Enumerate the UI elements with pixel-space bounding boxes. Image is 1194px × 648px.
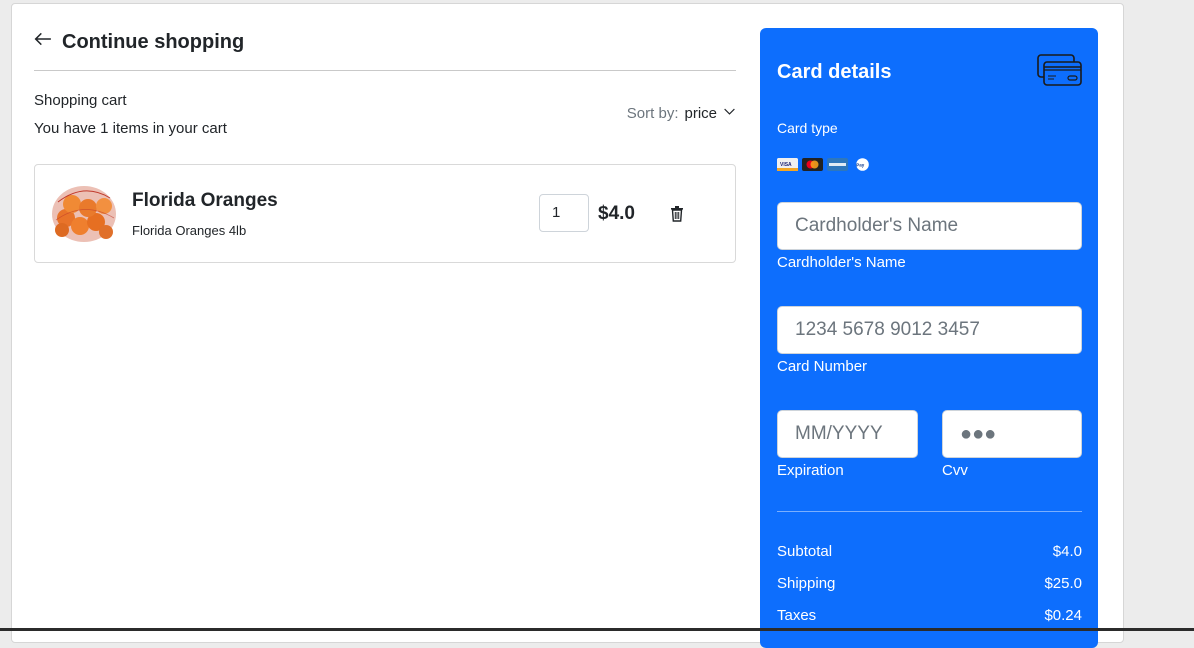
trash-icon[interactable]: [669, 205, 685, 222]
summary-label: Taxes: [777, 607, 817, 624]
page-container: Continue shopping Shopping cart You have…: [11, 3, 1124, 648]
summary-row-taxes: Taxes $0.24: [777, 607, 1082, 624]
continue-shopping-label: Continue shopping: [62, 30, 245, 53]
amex-icon[interactable]: [827, 158, 848, 171]
product-name: Florida Oranges: [132, 190, 278, 211]
cardholder-name-input[interactable]: [777, 202, 1082, 250]
cart-item: Florida Oranges Florida Oranges 4lb 1 $4…: [34, 164, 736, 263]
cart-item-count: You have 1 items in your cart: [34, 120, 227, 137]
summary-value: $25.0: [1044, 575, 1082, 592]
card-details-panel: Card details Card type VISA Pay Cardhold…: [760, 28, 1098, 648]
chevron-down-icon: [723, 105, 736, 122]
summary-value: $0.24: [1044, 607, 1082, 624]
card-brands: VISA Pay: [777, 158, 873, 171]
card-number-label: Card Number: [777, 358, 868, 375]
summary-row-shipping: Shipping $25.0: [777, 575, 1082, 592]
continue-shopping-link[interactable]: Continue shopping: [34, 30, 244, 54]
product-image: [50, 182, 118, 244]
sort-prefix: Sort by:: [626, 105, 679, 122]
svg-text:Pay: Pay: [856, 162, 865, 167]
product-price: $4.0: [598, 203, 635, 224]
summary-row-subtotal: Subtotal $4.0: [777, 543, 1082, 560]
paypal-icon[interactable]: Pay: [852, 158, 873, 171]
card-number-input[interactable]: [777, 306, 1082, 354]
divider: [34, 70, 736, 71]
svg-text:VISA: VISA: [780, 162, 792, 168]
expiration-label: Expiration: [777, 462, 844, 479]
cart-title: Shopping cart: [34, 92, 127, 109]
cardholder-name-label: Cardholder's Name: [777, 254, 906, 271]
card-type-label: Card type: [777, 120, 838, 136]
summary-label: Subtotal: [777, 543, 833, 560]
summary-divider: [777, 511, 1082, 512]
cvv-input[interactable]: [942, 410, 1082, 458]
product-description: Florida Oranges 4lb: [132, 223, 247, 238]
mastercard-icon[interactable]: [802, 158, 823, 171]
sort-dropdown[interactable]: Sort by: price: [627, 105, 736, 122]
credit-cards-icon: [1037, 54, 1082, 86]
quantity-input[interactable]: 1: [539, 194, 589, 232]
sort-value: price: [684, 105, 717, 122]
summary-label: Shipping: [777, 575, 836, 592]
expiration-input[interactable]: [777, 410, 918, 458]
panel-title: Card details: [777, 61, 892, 83]
cvv-label: Cvv: [942, 462, 968, 479]
summary-value: $4.0: [1052, 543, 1082, 560]
visa-icon[interactable]: VISA: [777, 158, 798, 171]
arrow-left-icon: [34, 30, 52, 54]
